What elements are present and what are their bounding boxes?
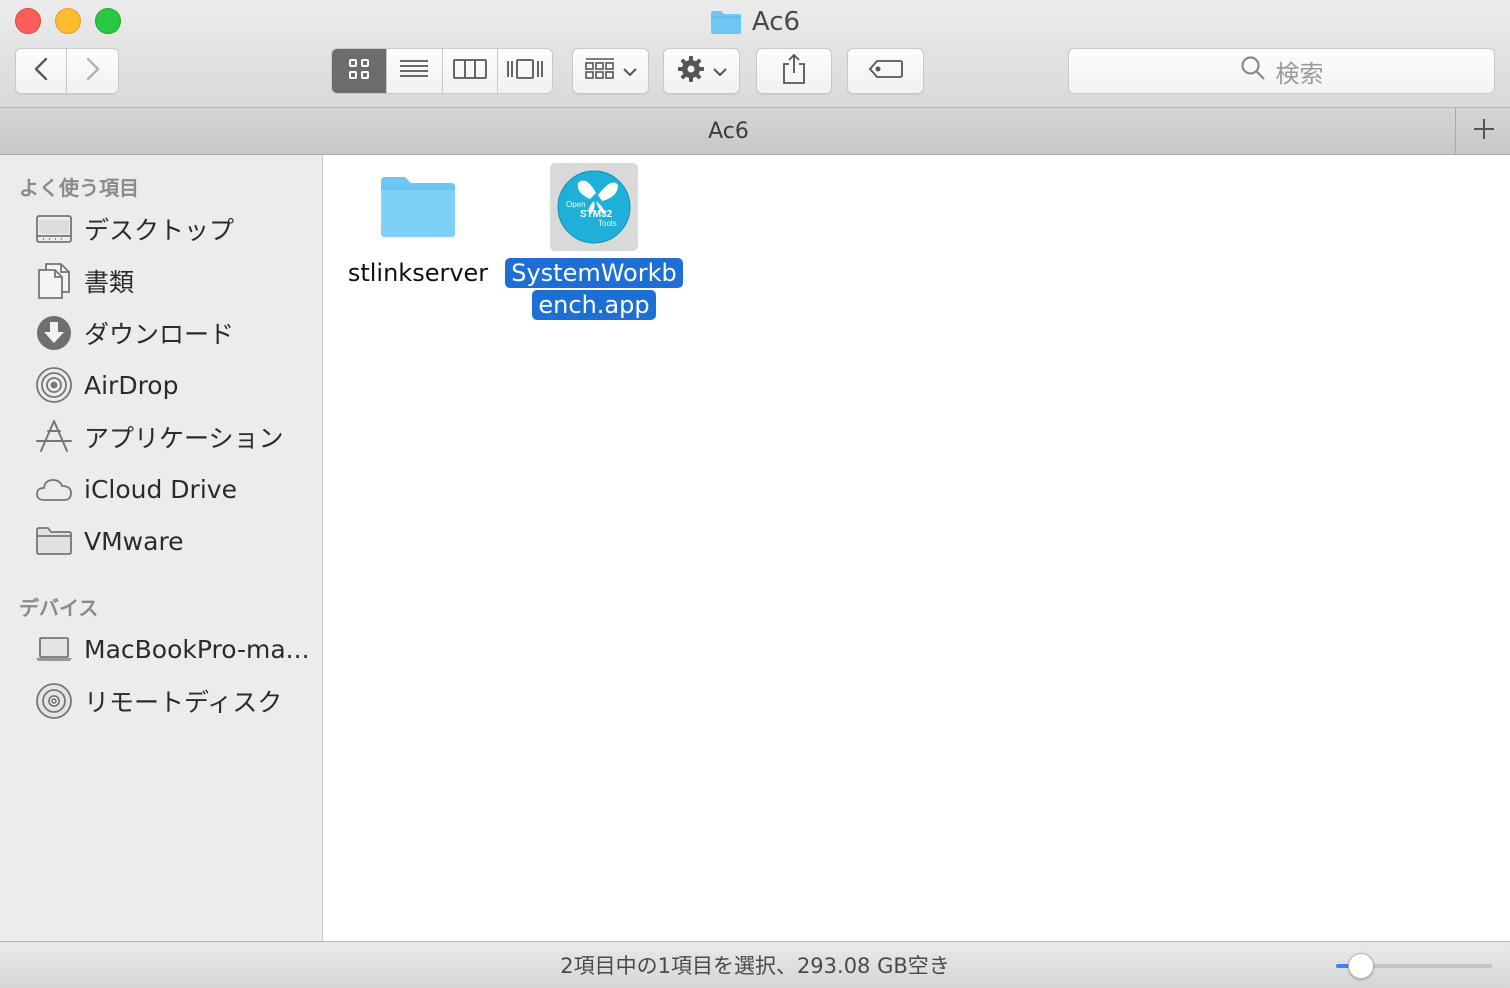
window-title-text: Ac6 xyxy=(751,7,801,37)
plus-icon xyxy=(1472,117,1496,145)
file-name-line2: ench.app xyxy=(532,290,656,320)
airdrop-icon xyxy=(34,365,74,405)
coverflow-view-button[interactable] xyxy=(498,49,552,93)
favorites-header: よく使う項目 xyxy=(19,176,139,200)
svg-text:Tools: Tools xyxy=(598,219,617,228)
chevron-right-icon xyxy=(86,57,100,85)
back-button[interactable] xyxy=(15,48,67,94)
sidebar-item-label: 書類 xyxy=(84,268,135,297)
devices-header: デバイス xyxy=(19,596,99,620)
forward-button[interactable] xyxy=(67,48,119,94)
status-text: 2項目中の1項目を選択、293.08 GB空き xyxy=(560,954,950,978)
desktop-icon xyxy=(34,209,74,249)
file-name-line1: SystemWorkb xyxy=(505,258,683,288)
share-button[interactable] xyxy=(756,48,832,94)
sidebar-item-remote-disc[interactable]: リモートディスク xyxy=(0,678,322,724)
file-name: SystemWorkb ench.app xyxy=(504,257,684,321)
slider-knob[interactable] xyxy=(1348,953,1374,979)
view-mode-control xyxy=(331,48,553,94)
applications-icon xyxy=(34,417,74,457)
chevron-left-icon xyxy=(34,57,48,85)
file-name: stlinkserver xyxy=(347,259,489,287)
sidebar-item-icloud-drive[interactable]: iCloud Drive xyxy=(0,466,322,512)
sidebar-item-label: AirDrop xyxy=(84,370,179,400)
finder-window: Ac6 検索 Ac6 よく使う項目 デスクトップ 書類 ダウンロード AirDr… xyxy=(0,0,1510,988)
arrange-button[interactable] xyxy=(572,48,649,94)
icon-view-button[interactable] xyxy=(332,49,388,93)
sidebar-item-label: デスクトップ xyxy=(84,216,235,245)
disc-icon xyxy=(34,681,74,721)
sidebar: よく使う項目 デスクトップ 書類 ダウンロード AirDrop アプリケーション… xyxy=(0,155,323,941)
gear-icon xyxy=(677,55,705,87)
openstm32-app-icon: Open STM32 Tools xyxy=(550,163,638,251)
columns-icon xyxy=(452,58,487,84)
documents-icon xyxy=(34,261,74,301)
coverflow-icon xyxy=(506,58,544,84)
search-placeholder: 検索 xyxy=(1275,59,1324,88)
sidebar-item-label: VMware xyxy=(84,526,184,556)
folder-icon xyxy=(374,163,462,251)
tag-icon xyxy=(868,59,904,83)
action-button[interactable] xyxy=(663,48,740,94)
svg-text:Open: Open xyxy=(566,200,586,209)
folder-icon xyxy=(710,9,742,35)
window-title: Ac6 xyxy=(0,5,1510,39)
column-view-button[interactable] xyxy=(443,49,498,93)
tab-label: Ac6 xyxy=(708,118,749,144)
sidebar-item-applications[interactable]: アプリケーション xyxy=(0,414,322,460)
sidebar-item-desktop[interactable]: デスクトップ xyxy=(0,206,322,252)
sidebar-item-label: アプリケーション xyxy=(84,424,284,453)
sidebar-item-airdrop[interactable]: AirDrop xyxy=(0,362,322,408)
tag-button[interactable] xyxy=(847,48,924,94)
sidebar-item-downloads[interactable]: ダウンロード xyxy=(0,310,322,356)
sidebar-item-vmware[interactable]: VMware xyxy=(0,518,322,564)
share-icon xyxy=(781,53,807,89)
tab-bar: Ac6 xyxy=(0,108,1510,155)
icon-size-slider[interactable] xyxy=(1336,953,1492,979)
toolbar: Ac6 検索 xyxy=(0,0,1510,108)
sidebar-item-label: ダウンロード xyxy=(84,320,235,349)
arrange-grid-icon xyxy=(584,57,615,85)
sidebar-item-label: iCloud Drive xyxy=(84,474,237,504)
list-icon xyxy=(399,58,429,84)
sidebar-item-documents[interactable]: 書類 xyxy=(0,258,322,304)
sidebar-item-label: リモートディスク xyxy=(84,688,283,717)
search-icon xyxy=(1240,55,1266,87)
folder-icon xyxy=(34,521,74,561)
chevron-down-icon xyxy=(622,62,637,81)
tab-ac6[interactable]: Ac6 xyxy=(2,108,1456,154)
laptop-icon xyxy=(34,629,74,669)
grid-icon xyxy=(348,58,370,84)
chevron-down-icon xyxy=(712,62,727,81)
file-browser: stlinkserver Open STM32 Tools SystemWork… xyxy=(324,155,1510,941)
sidebar-item-macbookpro[interactable]: MacBookPro-ma... xyxy=(0,626,322,672)
list-view-button[interactable] xyxy=(387,49,443,93)
new-tab-button[interactable] xyxy=(1458,108,1510,154)
search-input[interactable]: 検索 xyxy=(1068,48,1495,94)
status-bar: 2項目中の1項目を選択、293.08 GB空き xyxy=(0,941,1510,988)
sidebar-item-label: MacBookPro-ma... xyxy=(84,634,310,664)
downloads-icon xyxy=(34,313,74,353)
cloud-icon xyxy=(34,469,74,509)
